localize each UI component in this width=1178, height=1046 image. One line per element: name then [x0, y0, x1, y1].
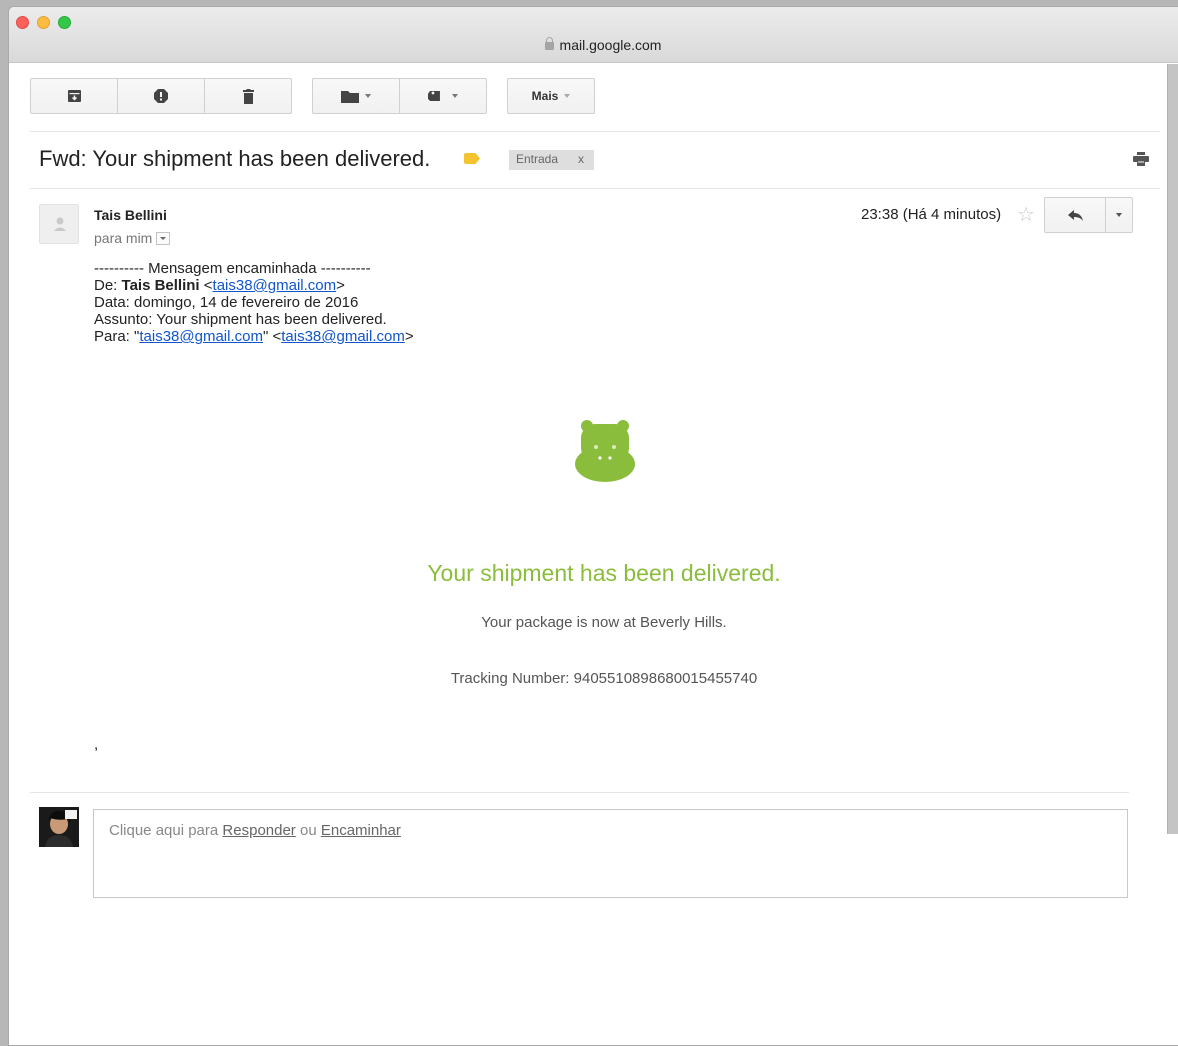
url-text: mail.google.com	[559, 37, 662, 53]
trash-icon	[242, 88, 254, 104]
title-bar: mail.google.com	[9, 7, 1178, 63]
package-location: Your package is now at Beverly Hills.	[481, 614, 727, 631]
forward-link[interactable]: Encaminhar	[321, 822, 401, 839]
email-subject: Fwd: Your shipment has been delivered.	[39, 146, 431, 171]
archive-button[interactable]	[30, 78, 118, 114]
forwarded-from: De: Tais Bellini <tais38@gmail.com>	[94, 277, 345, 294]
sender-avatar	[39, 204, 79, 244]
reply-box[interactable]: Clique aqui para Responder ou Encaminhar	[93, 809, 1128, 898]
forwarded-subject: Assunto: Your shipment has been delivere…	[94, 311, 387, 328]
show-details-button[interactable]	[156, 232, 171, 245]
from-label: De:	[94, 277, 122, 294]
star-icon[interactable]: ☆	[1017, 202, 1035, 227]
reply-button-group	[1044, 197, 1133, 233]
reply-icon	[1067, 209, 1083, 221]
more-group: Mais	[507, 78, 595, 115]
delivered-headline: Your shipment has been delivered.	[427, 560, 781, 586]
archive-icon	[67, 90, 81, 102]
inbox-label-chip: Entrada x	[509, 150, 595, 170]
gmail-content: Mais Fwd: Your shipment has been deliver…	[9, 64, 1169, 1045]
forwarded-to: Para: "tais38@gmail.com" <tais38@gmail.c…	[94, 328, 414, 345]
to-label: Para:	[94, 328, 135, 345]
more-button[interactable]: Mais	[507, 78, 595, 114]
address-bar[interactable]: mail.google.com	[9, 37, 1178, 53]
reply-link[interactable]: Responder	[222, 822, 295, 839]
hippo-logo-icon	[575, 420, 635, 482]
scrollbar[interactable]	[1167, 64, 1178, 834]
from-email-link[interactable]: tais38@gmail.com	[213, 277, 337, 294]
lock-icon	[544, 37, 554, 50]
to-name-link[interactable]: tais38@gmail.com	[139, 328, 263, 345]
from-name: Tais Bellini	[121, 277, 200, 294]
forwarded-date: Data: domingo, 14 de fevereiro de 2016	[94, 294, 359, 311]
forwarded-header: ---------- Mensagem encaminhada --------…	[94, 260, 414, 345]
window-controls	[16, 16, 71, 29]
subject-row: Fwd: Your shipment has been delivered. E…	[39, 146, 1151, 176]
chevron-down-icon	[452, 94, 458, 98]
sender-name[interactable]: Tais Bellini	[94, 207, 167, 223]
reply-prefix: Clique aqui para	[109, 822, 223, 839]
chevron-down-icon	[1116, 213, 1122, 217]
more-actions-button[interactable]	[1105, 197, 1133, 233]
labels-button[interactable]	[399, 78, 487, 114]
remove-label-button[interactable]: x	[578, 152, 584, 166]
move-to-button[interactable]	[312, 78, 400, 114]
my-avatar	[39, 807, 79, 847]
trailing-text: ,	[94, 736, 99, 753]
reply-divider	[30, 792, 1129, 793]
maximize-window-button[interactable]	[58, 16, 71, 29]
toolbar-divider	[30, 131, 1160, 132]
tracking-number: Tracking Number: 9405510898680015455740	[450, 670, 758, 687]
action-group	[30, 78, 292, 115]
recipient-text: para mim	[94, 230, 153, 246]
reply-middle: ou	[295, 822, 321, 839]
inbox-label-text: Entrada	[516, 152, 559, 166]
minimize-window-button[interactable]	[37, 16, 50, 29]
report-spam-button[interactable]	[117, 78, 205, 114]
delete-button[interactable]	[204, 78, 292, 114]
chevron-down-icon	[564, 94, 571, 98]
to-email-link[interactable]: tais38@gmail.com	[281, 328, 405, 345]
person-icon	[54, 217, 66, 231]
chevron-down-icon	[365, 94, 371, 98]
report-spam-icon	[154, 89, 168, 103]
subject-divider	[30, 188, 1160, 189]
reply-button[interactable]	[1044, 197, 1106, 233]
more-label: Mais	[531, 89, 559, 103]
print-icon[interactable]	[1133, 152, 1149, 166]
label-icon	[428, 91, 440, 101]
user-photo-icon	[39, 807, 79, 847]
close-window-button[interactable]	[16, 16, 29, 29]
important-marker-icon[interactable]	[464, 153, 480, 164]
browser-window: mail.google.com Mais Fwd: Your shipment …	[8, 6, 1178, 1046]
email-timestamp: 23:38 (Há 4 minutos)	[861, 206, 1002, 223]
folder-icon	[341, 90, 359, 103]
organize-group	[312, 78, 487, 115]
recipient-line: para mim	[94, 230, 171, 246]
message-toolbar: Mais	[30, 78, 615, 115]
forwarded-title: ---------- Mensagem encaminhada --------…	[94, 260, 371, 277]
